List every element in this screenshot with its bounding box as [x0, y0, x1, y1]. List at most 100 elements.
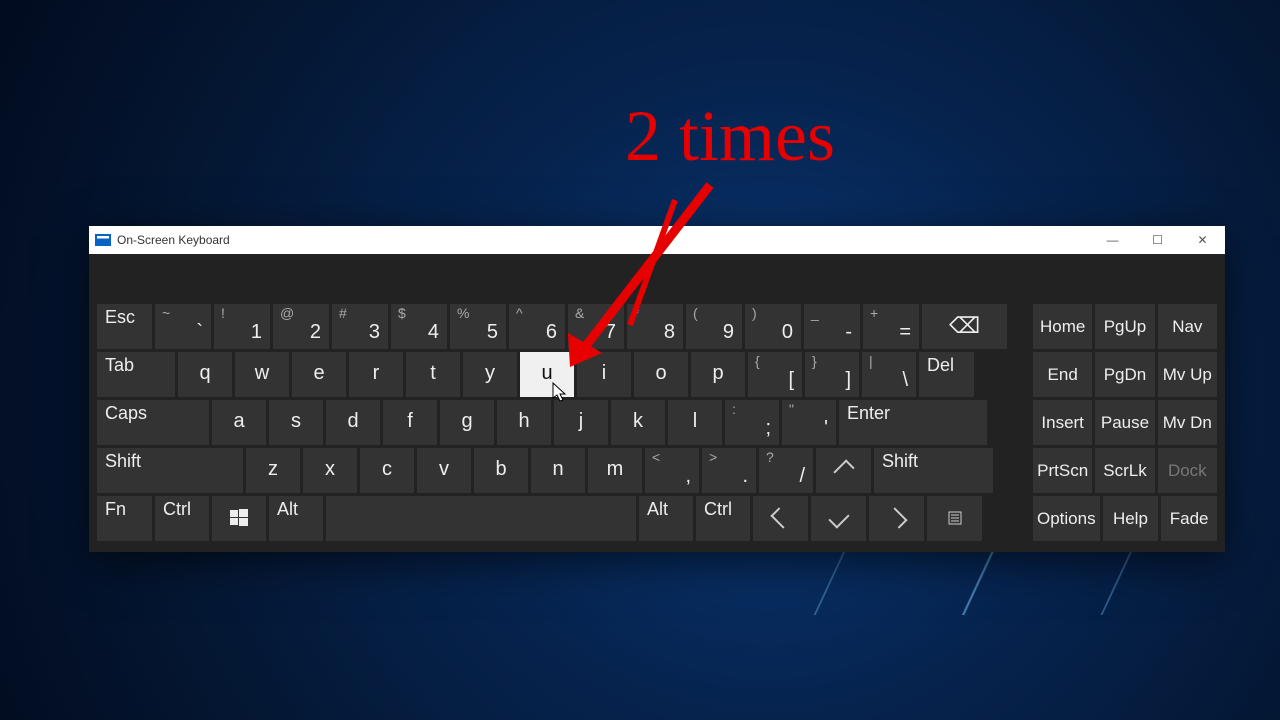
row-asdf: Caps asdfghjkl :;"' Enter [97, 400, 1021, 445]
key-w[interactable]: w [235, 352, 289, 397]
key-end[interactable]: End [1033, 352, 1092, 397]
minimize-button[interactable]: — [1090, 226, 1135, 254]
key-m[interactable]: m [588, 448, 642, 493]
key-e[interactable]: e [292, 352, 346, 397]
key-backspace[interactable]: ⌫ [922, 304, 1007, 349]
shift-label: + [870, 305, 878, 321]
key-v[interactable]: v [417, 448, 471, 493]
key-s[interactable]: s [269, 400, 323, 445]
chevron-down-icon [828, 507, 849, 528]
key-punct[interactable]: <, [645, 448, 699, 493]
key-x[interactable]: x [303, 448, 357, 493]
key-q[interactable]: q [178, 352, 232, 397]
keyboard-icon [95, 234, 111, 246]
key-l[interactable]: l [668, 400, 722, 445]
key-arrow-down[interactable] [811, 496, 866, 541]
key-windows[interactable] [212, 496, 266, 541]
key-d[interactable]: d [326, 400, 380, 445]
key-nav[interactable]: Nav [1158, 304, 1217, 349]
key-`[interactable]: ~` [155, 304, 211, 349]
key-k[interactable]: k [611, 400, 665, 445]
key-pause[interactable]: Pause [1095, 400, 1154, 445]
key-8[interactable]: *8 [627, 304, 683, 349]
key-del[interactable]: Del [919, 352, 974, 397]
key-y[interactable]: y [463, 352, 517, 397]
key-pgup[interactable]: PgUp [1095, 304, 1154, 349]
shift-label: ) [752, 305, 757, 321]
key-tab[interactable]: Tab [97, 352, 175, 397]
key-i[interactable]: i [577, 352, 631, 397]
shift-label: # [339, 305, 347, 321]
key-a[interactable]: a [212, 400, 266, 445]
key-ctrl-right[interactable]: Ctrl [696, 496, 750, 541]
maximize-button[interactable]: ☐ [1135, 226, 1180, 254]
key-space[interactable] [326, 496, 636, 541]
close-button[interactable]: ✕ [1180, 226, 1225, 254]
key-punct-][interactable]: }] [805, 352, 859, 397]
key-alt-right[interactable]: Alt [639, 496, 693, 541]
key-mv-up[interactable]: Mv Up [1158, 352, 1217, 397]
key-b[interactable]: b [474, 448, 528, 493]
key-r[interactable]: r [349, 352, 403, 397]
key-5[interactable]: %5 [450, 304, 506, 349]
window-title: On-Screen Keyboard [117, 233, 230, 247]
key-7[interactable]: &7 [568, 304, 624, 349]
shift-label: ^ [516, 305, 523, 321]
key-0[interactable]: )0 [745, 304, 801, 349]
key-j[interactable]: j [554, 400, 608, 445]
key-fade[interactable]: Fade [1161, 496, 1217, 541]
key-1[interactable]: !1 [214, 304, 270, 349]
key-alt-left[interactable]: Alt [269, 496, 323, 541]
key-fn[interactable]: Fn [97, 496, 152, 541]
key-f[interactable]: f [383, 400, 437, 445]
key-punct[interactable]: "' [782, 400, 836, 445]
windows-icon [230, 509, 248, 527]
key-9[interactable]: (9 [686, 304, 742, 349]
shift-label: & [575, 305, 584, 321]
key-pgdn[interactable]: PgDn [1095, 352, 1154, 397]
key-t[interactable]: t [406, 352, 460, 397]
key-4[interactable]: $4 [391, 304, 447, 349]
key-esc[interactable]: Esc [97, 304, 152, 349]
key-punct-\[interactable]: |\ [862, 352, 916, 397]
key-scrlk[interactable]: ScrLk [1095, 448, 1154, 493]
key-dock[interactable]: Dock [1158, 448, 1217, 493]
key-enter[interactable]: Enter [839, 400, 987, 445]
key-arrow-right[interactable] [869, 496, 924, 541]
key-u[interactable]: u [520, 352, 574, 397]
key-menu[interactable] [927, 496, 982, 541]
key--[interactable]: _- [804, 304, 860, 349]
key-=[interactable]: += [863, 304, 919, 349]
key-punct-[[interactable]: {[ [748, 352, 802, 397]
key-h[interactable]: h [497, 400, 551, 445]
key-shift-left[interactable]: Shift [97, 448, 243, 493]
row-zxcv: Shift zxcvbnm <,>.?/ Shift [97, 448, 1021, 493]
key-punct[interactable]: >. [702, 448, 756, 493]
keyboard-body: Esc ~`!1@2#3$4%5^6&7*8(9)0_-+= ⌫ Tab qwe… [89, 254, 1225, 552]
key-3[interactable]: #3 [332, 304, 388, 349]
key-caps[interactable]: Caps [97, 400, 209, 445]
key-z[interactable]: z [246, 448, 300, 493]
key-p[interactable]: p [691, 352, 745, 397]
key-options[interactable]: Options [1033, 496, 1100, 541]
key-arrow-up[interactable] [816, 448, 871, 493]
key-mv-dn[interactable]: Mv Dn [1158, 400, 1217, 445]
key-6[interactable]: ^6 [509, 304, 565, 349]
key-insert[interactable]: Insert [1033, 400, 1092, 445]
key-o[interactable]: o [634, 352, 688, 397]
titlebar[interactable]: On-Screen Keyboard — ☐ ✕ [89, 226, 1225, 254]
key-g[interactable]: g [440, 400, 494, 445]
annotation-text: 2 times [625, 95, 835, 178]
key-n[interactable]: n [531, 448, 585, 493]
chevron-up-icon [833, 459, 854, 480]
key-2[interactable]: @2 [273, 304, 329, 349]
key-home[interactable]: Home [1033, 304, 1092, 349]
key-c[interactable]: c [360, 448, 414, 493]
key-help[interactable]: Help [1103, 496, 1159, 541]
key-prtscn[interactable]: PrtScn [1033, 448, 1092, 493]
key-arrow-left[interactable] [753, 496, 808, 541]
key-punct[interactable]: ?/ [759, 448, 813, 493]
key-punct[interactable]: :; [725, 400, 779, 445]
key-shift-right[interactable]: Shift [874, 448, 993, 493]
key-ctrl-left[interactable]: Ctrl [155, 496, 209, 541]
